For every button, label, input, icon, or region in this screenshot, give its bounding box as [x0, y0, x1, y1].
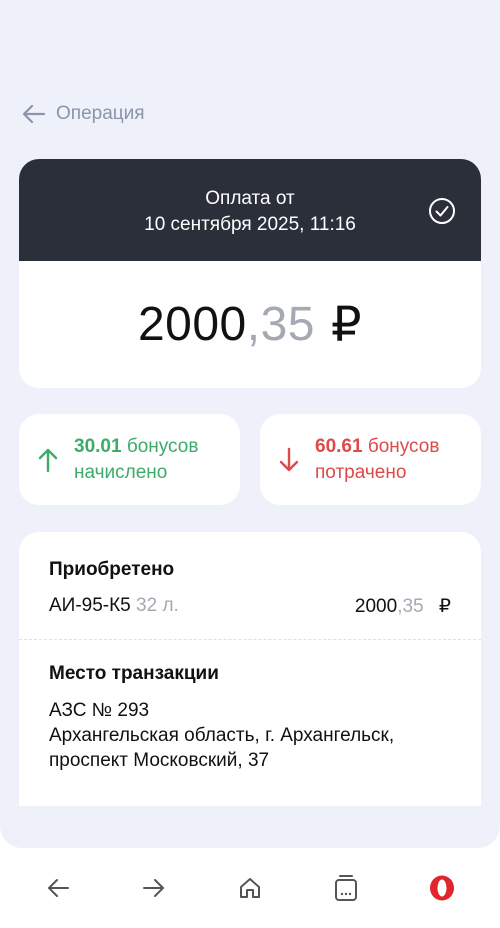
- bonus-spent-label: потрачено: [315, 461, 407, 483]
- product-quantity: 32 л.: [136, 595, 179, 616]
- arrow-left-icon: [22, 104, 46, 124]
- bonus-accrued-word: бонусов: [126, 435, 199, 457]
- address-line-1: Архангельская область, г. Архангельск,: [49, 725, 395, 746]
- location-address: АЗС № 293 Архангельская область, г. Арха…: [49, 698, 394, 773]
- bonus-spent-word: бонусов: [367, 435, 440, 457]
- divider: [19, 639, 481, 640]
- currency-symbol: ₽: [330, 298, 363, 352]
- bonus-accrued-label: начислено: [74, 461, 168, 483]
- bonus-accrued-value: 30.01: [74, 435, 122, 457]
- app-screen: Операция Оплата от 10 сентября 2025, 11:…: [0, 0, 500, 848]
- nav-tabs-button[interactable]: [316, 858, 376, 918]
- payment-title: Оплата от: [205, 188, 295, 209]
- payment-datetime: 10 сентября 2025, 11:16: [144, 214, 356, 235]
- check-circle-icon: [429, 198, 455, 224]
- back-label: Операция: [56, 103, 145, 124]
- payment-card: Оплата от 10 сентября 2025, 11:16 2000,3…: [19, 159, 481, 388]
- address-line-2: проспект Московский, 37: [49, 750, 270, 771]
- nav-forward-button[interactable]: [124, 858, 184, 918]
- product-name: АИ-95-К5: [49, 595, 131, 616]
- purchase-item-row: АИ-95-К5 32 л. 2000,35 ₽: [49, 595, 451, 618]
- tabs-icon: [335, 875, 357, 901]
- amount-integer: 2000: [137, 298, 247, 351]
- arrow-down-icon: [279, 447, 299, 471]
- item-amount: 2000,35 ₽: [355, 595, 451, 618]
- item-amount-integer: 2000: [354, 596, 398, 617]
- browser-navbar: [0, 848, 500, 928]
- item-amount-fraction: ,35: [397, 596, 424, 617]
- arrow-right-icon: [143, 879, 164, 897]
- nav-home-button[interactable]: [220, 858, 280, 918]
- bonus-spent-value: 60.61: [315, 435, 363, 457]
- back-button[interactable]: Операция: [22, 100, 145, 128]
- bonus-spent-card: 60.61 бонусов потрачено: [260, 414, 481, 505]
- payment-amount: 2000,35 ₽: [19, 261, 481, 388]
- amount-fraction: ,35: [246, 298, 315, 351]
- nav-opera-menu-button[interactable]: [412, 858, 472, 918]
- home-icon: [240, 878, 260, 898]
- arrow-left-icon: [48, 879, 69, 897]
- item-currency: ₽: [438, 596, 451, 617]
- arrow-up-icon: [38, 448, 58, 472]
- receipt-details: Приобретено АИ-95-К5 32 л. 2000,35 ₽ Мес…: [19, 532, 481, 806]
- payment-header: Оплата от 10 сентября 2025, 11:16: [19, 159, 481, 261]
- location-title: Место транзакции: [49, 663, 219, 684]
- bonus-accrued-card: 30.01 бонусов начислено: [19, 414, 240, 505]
- nav-back-button[interactable]: [28, 858, 88, 918]
- opera-icon: [430, 875, 454, 901]
- station-name: АЗС № 293: [49, 700, 150, 721]
- purchase-title: Приобретено: [49, 559, 175, 580]
